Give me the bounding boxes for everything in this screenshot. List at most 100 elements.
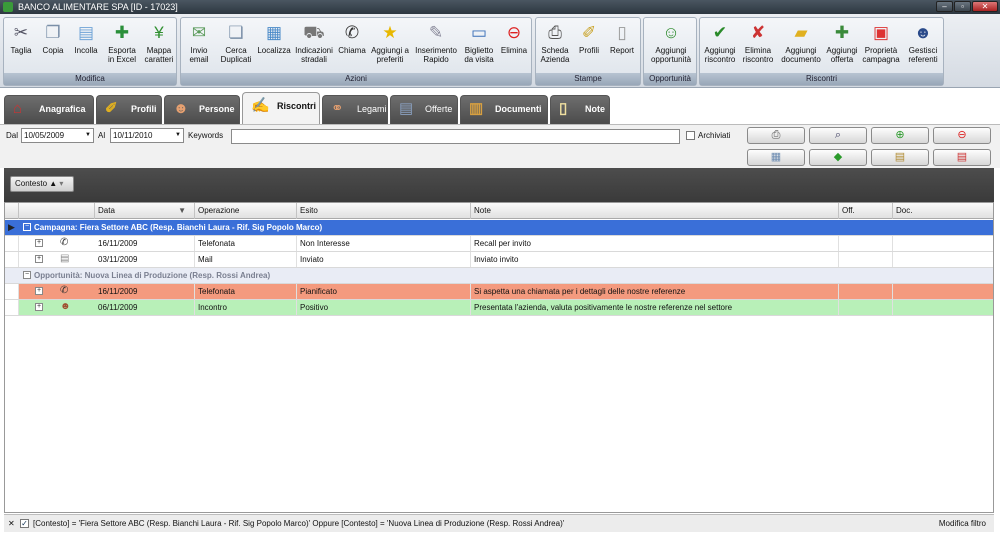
edit-document-button[interactable]: ▤ [871, 149, 929, 166]
map-icon: ▦ [265, 23, 283, 42]
filter-icon: ▾ [59, 179, 64, 188]
tab-documenti[interactable]: ▥ Documenti [460, 95, 548, 124]
mappa-caratteri-button[interactable]: ¥ Mappa caratteri [142, 20, 176, 73]
profili-print-button[interactable]: ✐ Profili [574, 20, 604, 73]
copia-button[interactable]: ❐ Copia [38, 20, 68, 73]
header-doc[interactable]: Doc. [893, 203, 993, 219]
delete-document-button[interactable]: ▤ [933, 149, 991, 166]
cell-esito: Inviato [297, 252, 471, 267]
cell-esito: Pianificato [297, 284, 471, 299]
cerca-duplicati-button[interactable]: ❏ Cerca Duplicati [217, 20, 255, 73]
report-button[interactable]: ▯ Report [606, 20, 638, 73]
add-button[interactable]: ⊕ [871, 127, 929, 144]
tab-anagrafica[interactable]: ⌂ Anagrafica [4, 95, 94, 124]
al-label: Al [98, 131, 106, 140]
group-chip-contesto[interactable]: Contesto ▲ ▾ [10, 176, 74, 192]
excel-export-icon: ✚ [114, 23, 130, 42]
keywords-label: Keywords [188, 131, 224, 140]
header-note[interactable]: Note [471, 203, 839, 219]
archiviati-checkbox[interactable] [686, 131, 695, 140]
header-operazione[interactable]: Operazione [195, 203, 297, 219]
documents-icon: ▥ [469, 100, 484, 117]
header-data[interactable]: Data ▼ [95, 203, 195, 219]
clear-filter-icon[interactable]: ✕ [8, 515, 15, 532]
expand-icon[interactable]: + [35, 255, 43, 263]
printer-icon: ⎙ [771, 129, 781, 141]
header-off[interactable]: Off. [839, 203, 893, 219]
table-row[interactable]: + ▤ 03/11/2009 Mail Inviato Inviato invi… [5, 252, 993, 268]
indicazioni-stradali-button[interactable]: ⛟ Indicazioni stradali [293, 20, 335, 73]
table-row[interactable]: + ✆ 16/11/2009 Telefonata Pianificato Si… [5, 284, 993, 300]
cell-note: Presentata l'azienda, valuta positivamen… [471, 300, 839, 315]
aggiungi-opportunita-button[interactable]: ☺ Aggiungi opportunità [646, 20, 696, 73]
cell-data: 16/11/2009 [95, 284, 195, 299]
expand-icon[interactable]: + [35, 239, 43, 247]
add-feedback-icon: ✔ [712, 23, 728, 42]
print-button[interactable]: ⎙ [747, 127, 805, 144]
riscontri-grid: Data ▼ Operazione Esito Note Off. Doc. ▶ … [4, 202, 994, 513]
expand-icon[interactable]: + [35, 303, 43, 311]
tab-riscontri[interactable]: ✍ Riscontri [242, 92, 320, 124]
gestisci-referenti-button[interactable]: ☻ Gestisci referenti [904, 20, 942, 73]
cell-data: 06/11/2009 [95, 300, 195, 315]
directions-icon: ⛟ [303, 23, 325, 42]
biglietto-visita-button[interactable]: ▭ Biglietto da visita [461, 20, 497, 73]
ribbon-toolbar: ✂ Taglia ❐ Copia ▤ Incolla ✚ Esporta in Exce… [0, 14, 1000, 88]
aggiungi-riscontro-button[interactable]: ✔ Aggiungi riscontro [702, 20, 738, 73]
dropdown-arrow-icon: ▼ [175, 132, 181, 138]
elimina-riscontro-button[interactable]: ✘ Elimina riscontro [740, 20, 776, 73]
expand-icon[interactable]: + [35, 287, 43, 295]
inserimento-rapido-button[interactable]: ✎ Inserimento Rapido [413, 20, 459, 73]
esporta-excel-button[interactable]: ✚ Esporta in Excel [104, 20, 140, 73]
cell-operazione: Telefonata [195, 236, 297, 251]
cell-operazione: Telefonata [195, 284, 297, 299]
header-esito[interactable]: Esito [297, 203, 471, 219]
localizza-button[interactable]: ▦ Localizza [257, 20, 291, 73]
filter-enabled-checkbox[interactable]: ✓ [20, 519, 29, 528]
cell-off [839, 252, 893, 267]
table-row[interactable]: + ✆ 16/11/2009 Telefonata Non Interesse … [5, 236, 993, 252]
taglia-button[interactable]: ✂ Taglia [6, 20, 36, 73]
pencils-icon: ✐ [105, 100, 118, 117]
group-row-opportunita[interactable]: − Opportunità: Nuova Linea di Produzione… [5, 268, 993, 284]
aggiungi-documento-button[interactable]: ▰ Aggiungi documento [778, 20, 824, 73]
report-icon: ▯ [617, 23, 627, 42]
chiama-button[interactable]: ✆ Chiama [337, 20, 367, 73]
calendar-button[interactable]: ▦ [747, 149, 805, 166]
cell-note: Inviato invito [471, 252, 839, 267]
group-title-opportunita: Opportunità: Nuova Linea di Produzione (… [34, 271, 271, 280]
header-indicator [5, 203, 19, 219]
al-date-picker[interactable]: 10/11/2010 ▼ [110, 128, 184, 143]
scheda-azienda-button[interactable]: ⎙ Scheda Azienda [538, 20, 572, 73]
invio-email-button[interactable]: ✉ Invio email [183, 20, 215, 73]
dal-date-picker[interactable]: 10/05/2009 ▼ [21, 128, 94, 143]
tab-persone[interactable]: ☻ Persone [164, 95, 240, 124]
tab-profili[interactable]: ✐ Profili [96, 95, 162, 124]
modifica-filtro-link[interactable]: Modifica filtro [939, 515, 986, 532]
tab-offerte[interactable]: ▤ Offerte [390, 95, 458, 124]
cell-off [839, 300, 893, 315]
refresh-button[interactable]: ◆ [809, 149, 867, 166]
group-row-campagna[interactable]: ▶ − Campagna: Fiera Settore ABC (Resp. B… [5, 220, 993, 236]
remove-button[interactable]: ⊖ [933, 127, 991, 144]
cell-note: Si aspetta una chiamata per i dettagli d… [471, 284, 839, 299]
search-button[interactable]: ⌕ [809, 127, 867, 144]
sort-asc-icon: ▲ [49, 179, 58, 188]
collapse-icon[interactable]: − [23, 271, 31, 279]
handshake-icon: ⚭ [331, 100, 344, 117]
tab-legami[interactable]: ⚭ Legami [322, 95, 388, 124]
close-button[interactable]: ✕ [972, 1, 998, 12]
minimize-button[interactable]: – [936, 1, 953, 12]
aggiungi-offerta-button[interactable]: ✚ Aggiungi offerta [826, 20, 858, 73]
elimina-button[interactable]: ⊖ Elimina [499, 20, 529, 73]
keywords-input[interactable] [231, 129, 680, 144]
table-row[interactable]: + ☻ 06/11/2009 Incontro Positivo Present… [5, 300, 993, 316]
proprieta-campagna-button[interactable]: ▣ Proprietà campagna [860, 20, 902, 73]
maximize-button[interactable]: ▫ [954, 1, 971, 12]
incolla-button[interactable]: ▤ Incolla [70, 20, 102, 73]
aggiungi-preferiti-button[interactable]: ★ Aggiungi a preferiti [369, 20, 411, 73]
group-modifica: ✂ Taglia ❐ Copia ▤ Incolla ✚ Esporta in Exce… [3, 17, 177, 86]
tab-note[interactable]: ▯ Note [550, 95, 610, 124]
collapse-icon[interactable]: − [23, 223, 31, 231]
phone-icon: ✆ [60, 285, 69, 296]
